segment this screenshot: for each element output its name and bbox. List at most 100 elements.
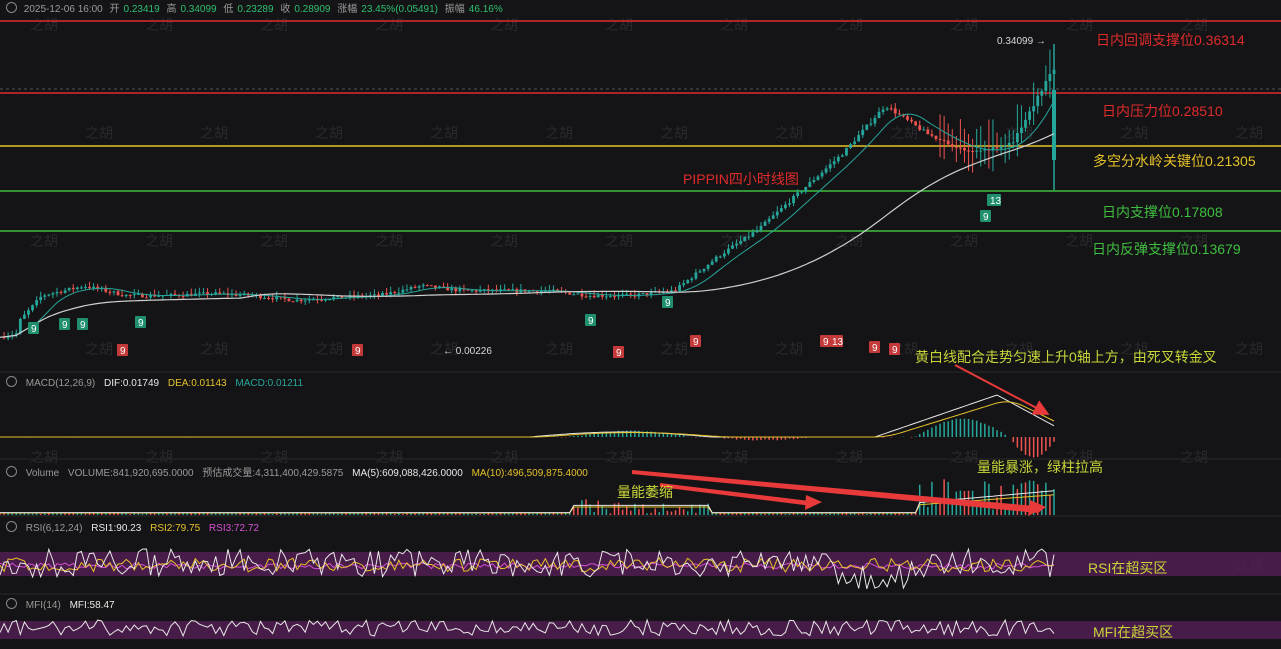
watermark: 之胡 bbox=[605, 449, 633, 465]
high-price-tag: 0.34099 → bbox=[997, 36, 1046, 47]
sequential-green-label: 9 bbox=[983, 212, 989, 223]
candle-body bbox=[84, 286, 87, 288]
candle-body bbox=[47, 294, 51, 296]
candle-body bbox=[967, 150, 970, 152]
candle-body bbox=[202, 292, 205, 294]
candle-body bbox=[263, 297, 266, 299]
watermark: 之胡 bbox=[660, 341, 688, 357]
candle-body bbox=[893, 108, 897, 114]
candle-body bbox=[824, 168, 828, 173]
macd-visibility-icon[interactable] bbox=[6, 376, 17, 387]
change-label: 涨幅 bbox=[337, 4, 358, 15]
candle-body bbox=[507, 289, 511, 291]
candle-body bbox=[421, 284, 425, 287]
candle-body bbox=[466, 289, 470, 291]
sequential-red-label: 9 bbox=[120, 346, 126, 357]
sequential-green-label: 13 bbox=[990, 196, 1002, 207]
candle-body bbox=[454, 288, 458, 292]
candle-body bbox=[682, 283, 686, 286]
candle-body bbox=[845, 148, 848, 156]
candle-body bbox=[271, 298, 275, 300]
candle-body bbox=[377, 294, 380, 296]
candle-body bbox=[885, 108, 889, 110]
candle-body bbox=[372, 294, 376, 296]
candle-body bbox=[112, 291, 116, 293]
volume-visibility-icon[interactable] bbox=[6, 466, 17, 477]
candle-body bbox=[71, 287, 75, 290]
watermark: 之胡 bbox=[950, 233, 978, 249]
close-value: 0.28909 bbox=[294, 4, 331, 15]
candle-body bbox=[775, 211, 779, 216]
candle-body bbox=[963, 147, 966, 151]
candle-body bbox=[820, 172, 824, 177]
candle-body bbox=[169, 293, 173, 295]
watermark: 之胡 bbox=[85, 125, 113, 141]
candle-body bbox=[588, 295, 592, 297]
watermark: 之胡 bbox=[30, 449, 58, 465]
watermark: 之胡 bbox=[890, 125, 918, 141]
candle-body bbox=[267, 297, 270, 299]
candle-body bbox=[877, 111, 881, 119]
macd-dea: DEA:0.01143 bbox=[167, 378, 227, 389]
candle-body bbox=[59, 291, 63, 293]
volume-estimate: 预估成交量:4,311,400,429.5875 bbox=[202, 468, 344, 479]
candle-body bbox=[92, 286, 95, 289]
watermark: 之胡 bbox=[260, 17, 288, 33]
candle-body bbox=[470, 290, 474, 292]
watermark: 之胡 bbox=[30, 17, 58, 33]
watermark: 之胡 bbox=[200, 125, 228, 141]
candle-body bbox=[727, 248, 730, 254]
candle-body bbox=[401, 289, 405, 293]
mfi-visibility-icon[interactable] bbox=[6, 598, 17, 609]
candle-body bbox=[596, 294, 600, 298]
candle-body bbox=[971, 151, 975, 153]
watermark: 之胡 bbox=[375, 17, 403, 33]
candle-body bbox=[1036, 95, 1040, 107]
candle-body bbox=[23, 314, 26, 319]
sequential-green-label: 9 bbox=[31, 324, 37, 335]
change-value: 23.45%(0.05491) bbox=[361, 4, 439, 15]
candle-body bbox=[686, 280, 690, 284]
candle-body bbox=[568, 292, 572, 295]
sequential-red-label: 9 bbox=[616, 348, 622, 359]
candle-body bbox=[1040, 90, 1044, 96]
candle-body bbox=[75, 287, 79, 290]
candle-body bbox=[145, 297, 148, 299]
volume-shrink-note: 量能萎缩 bbox=[617, 484, 673, 500]
watermark: 之胡 bbox=[1065, 17, 1093, 33]
candle-body bbox=[43, 295, 47, 297]
watermark: 之胡 bbox=[835, 17, 863, 33]
watermark: 之胡 bbox=[950, 17, 978, 33]
candle-body bbox=[853, 141, 856, 145]
candle-body bbox=[613, 296, 616, 298]
visibility-toggle-icon[interactable] bbox=[6, 2, 17, 13]
candle-body bbox=[39, 296, 43, 301]
candle-body bbox=[763, 221, 767, 226]
chart-title: PIPPIN四小时线图 bbox=[683, 171, 799, 187]
sequential-red-label: 9 bbox=[355, 346, 361, 357]
candle-body bbox=[124, 294, 128, 297]
candle-body bbox=[1011, 142, 1015, 144]
bar-datetime: 2025-12-06 16:00 bbox=[23, 4, 103, 15]
candle-body bbox=[857, 135, 861, 142]
rsi-visibility-icon[interactable] bbox=[6, 521, 17, 532]
open-value: 0.23419 bbox=[123, 4, 160, 15]
candle-body bbox=[784, 204, 787, 209]
candle-body bbox=[840, 155, 844, 157]
candle-body bbox=[771, 215, 775, 219]
macd-value: MACD:0.01211 bbox=[235, 378, 304, 389]
candle-body bbox=[458, 288, 462, 292]
candle-body bbox=[812, 180, 816, 183]
candle-body bbox=[576, 293, 580, 295]
rsi-name: RSI(6,12,24) bbox=[25, 523, 83, 534]
candle-body bbox=[914, 121, 918, 126]
sequential-green-label: 9 bbox=[62, 320, 68, 331]
sequential-green-label: 9 bbox=[588, 316, 594, 327]
candle-body bbox=[946, 140, 950, 145]
candle-body bbox=[979, 150, 983, 152]
candle-body bbox=[405, 289, 409, 291]
watermark: 之胡 bbox=[145, 17, 173, 33]
candle-body bbox=[836, 156, 840, 162]
candle-body bbox=[27, 310, 30, 315]
candle-body bbox=[413, 286, 417, 288]
